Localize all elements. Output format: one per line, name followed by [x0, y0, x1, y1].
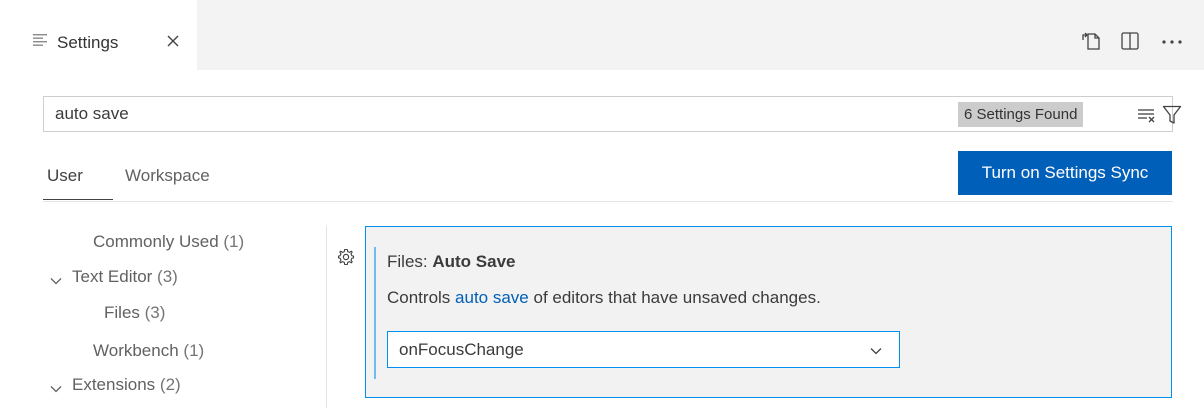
chevron-down-icon[interactable] — [49, 274, 63, 288]
toc-item-label: Workbench — [93, 341, 179, 360]
description-text: Controls — [387, 288, 456, 307]
description-text: of editors that have unsaved changes. — [528, 288, 821, 307]
toc-item-count: (1) — [223, 232, 245, 251]
toc-item-count: (2) — [159, 375, 181, 394]
editor-tab-bar: Settings — [0, 0, 1204, 70]
toc-divider — [326, 226, 327, 408]
dropdown-value: onFocusChange — [399, 340, 524, 359]
setting-focus-indicator — [374, 247, 376, 379]
settings-tab[interactable]: Settings — [0, 0, 197, 70]
tab-title: Settings — [57, 33, 119, 52]
tab-workspace[interactable]: Workspace — [125, 166, 210, 186]
results-count-badge: 6 Settings Found — [958, 102, 1084, 127]
setting-description: Controls auto save of editors that have … — [387, 288, 821, 308]
toc-item-count: (3) — [157, 267, 178, 286]
toc-item-count: (1) — [183, 341, 205, 360]
setting-files-auto-save[interactable]: Files: Auto Save Controls auto save of e… — [365, 226, 1172, 398]
filter-icon[interactable] — [1162, 104, 1182, 126]
auto-save-link[interactable]: auto save — [455, 288, 529, 307]
turn-on-settings-sync-button[interactable]: Turn on Settings Sync — [958, 151, 1172, 195]
search-input[interactable] — [55, 102, 935, 126]
open-json-icon[interactable] — [1081, 30, 1103, 52]
toc-item-label: Files — [104, 303, 140, 322]
clear-filter-icon[interactable] — [1137, 105, 1157, 125]
settings-editor-icon — [33, 34, 47, 46]
toc-item-extensions[interactable]: Extensions (2) — [72, 375, 181, 395]
toc-item-label: Extensions — [72, 375, 156, 394]
toc-item-commonly-used[interactable]: Commonly Used (1) — [93, 232, 244, 252]
auto-save-dropdown[interactable]: onFocusChange — [387, 331, 900, 368]
toc-item-label: Commonly Used — [93, 232, 219, 251]
settings-search-box[interactable]: 6 Settings Found — [43, 96, 1182, 132]
toc-item-count: (3) — [144, 303, 166, 322]
toc-item-workbench[interactable]: Workbench (1) — [93, 341, 204, 361]
chevron-down-icon[interactable] — [49, 382, 63, 396]
toc-item-files[interactable]: Files (3) — [104, 303, 165, 323]
chevron-down-icon — [870, 348, 882, 355]
toc-item-text-editor[interactable]: Text Editor (3) — [72, 267, 178, 287]
tab-user[interactable]: User — [47, 166, 83, 186]
setting-name: Auto Save — [432, 252, 516, 271]
split-editor-icon[interactable] — [1119, 30, 1141, 52]
settings-toc: Commonly Used (1) Text Editor (3) Files … — [43, 230, 326, 408]
setting-category: Files: — [387, 252, 433, 271]
setting-title: Files: Auto Save — [387, 252, 515, 272]
ellipsis-icon[interactable] — [1157, 30, 1187, 52]
active-tab-indicator — [43, 199, 113, 200]
gear-icon[interactable] — [337, 248, 355, 266]
toc-item-label: Text Editor — [72, 267, 153, 286]
close-icon[interactable] — [163, 31, 183, 51]
